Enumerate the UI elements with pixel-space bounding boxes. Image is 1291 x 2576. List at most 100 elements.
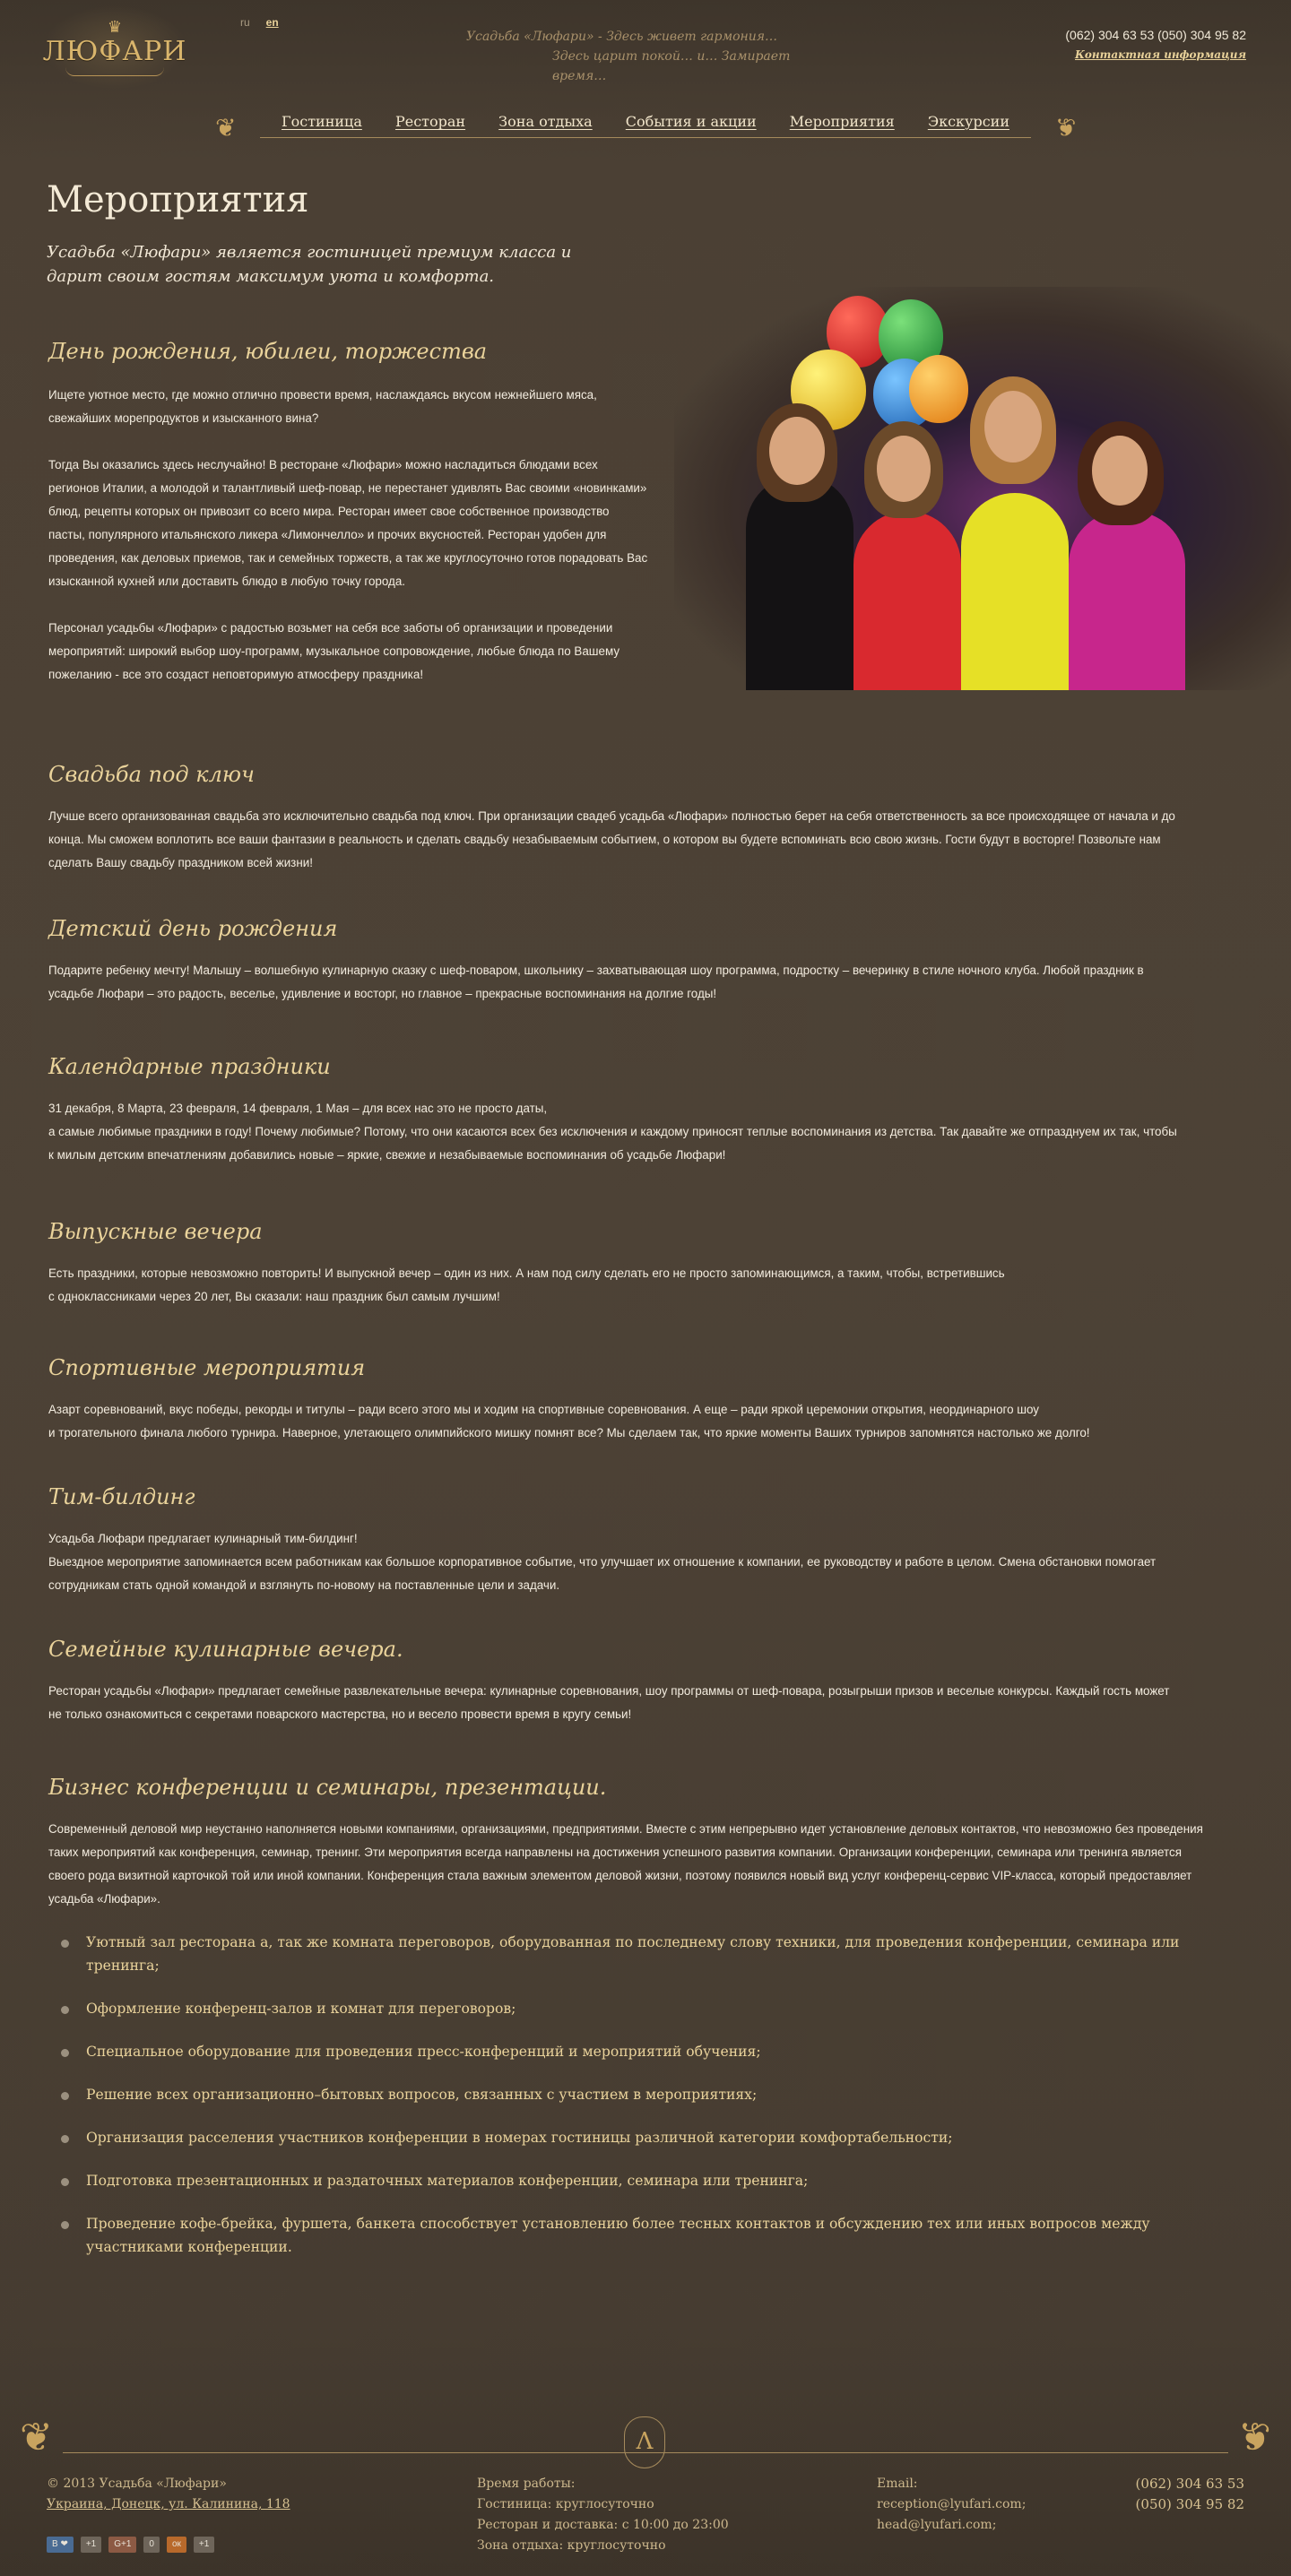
- list-item: Уютный зал ресторана а, так же комната п…: [48, 1931, 1205, 1977]
- section-paragraph: Азарт соревнований, вкус победы, рекорды…: [48, 1403, 1040, 1416]
- section-heading: День рождения, юбилеи, торжества: [48, 339, 488, 364]
- section-kids-birthday: Детский день рождения Подарите ребенку м…: [48, 916, 1160, 1006]
- crown-icon: ♛: [107, 17, 123, 37]
- section-paragraph: Ресторан усадьбы «Люфари» предлагает сем…: [48, 1684, 1170, 1721]
- vk-like-count: +1: [80, 2537, 102, 2553]
- person-face-2: [877, 436, 931, 502]
- nav-item-leisure[interactable]: Зона отдыха: [498, 113, 593, 130]
- section-business: Бизнес конференции и семинары, презентац…: [48, 1775, 1205, 2278]
- section-heading: Спортивные мероприятия: [48, 1355, 366, 1380]
- email-head-link[interactable]: head@lyufari.com;: [877, 2515, 1026, 2536]
- footer-email: Email: reception@lyufari.com; head@lyufa…: [877, 2474, 1026, 2536]
- person-face-3: [984, 391, 1042, 462]
- contact-info-link[interactable]: Контактная информация: [1065, 45, 1246, 65]
- social-buttons: В ❤ +1 G+1 0 ок +1: [47, 2537, 215, 2553]
- phone-numbers: (062) 304 63 53 (050) 304 95 82: [1065, 28, 1246, 42]
- hours-title: Время работы:: [477, 2477, 576, 2491]
- person-black-dress: [746, 475, 853, 690]
- section-wedding: Свадьба под ключ Лучше всего организован…: [48, 762, 1196, 875]
- header-phones: (062) 304 63 53 (050) 304 95 82 Контактн…: [1065, 25, 1246, 65]
- party-photo: [674, 287, 1291, 690]
- main-nav: ❦ ❦ Гостиница Ресторан Зона отдыха Событ…: [215, 109, 1076, 143]
- lang-en-link[interactable]: en: [266, 16, 279, 29]
- section-paragraph: с одноклассниками через 20 лет, Вы сказа…: [48, 1290, 500, 1303]
- slogan: Усадьба «Люфари» - Здесь живет гармония……: [466, 27, 843, 86]
- email-reception-link[interactable]: reception@lyufari.com;: [877, 2494, 1026, 2515]
- footer-hours: Время работы: Гостиница: круглосуточно Р…: [477, 2474, 729, 2556]
- section-heading: Выпускные вечера: [48, 1219, 263, 1244]
- section-team-building: Тим-билдинг Усадьба Люфари предлагает ку…: [48, 1484, 1196, 1597]
- person-pink-dress: [1069, 511, 1185, 690]
- section-heading: Семейные кулинарные вечера.: [48, 1637, 403, 1662]
- ornament-right-icon: ❦: [1054, 113, 1076, 143]
- nav-item-restaurant[interactable]: Ресторан: [395, 113, 465, 130]
- hours-restaurant: Ресторан и доставка: с 10:00 до 23:00: [477, 2518, 729, 2532]
- footer-phone-1: (062) 304 63 53: [1135, 2476, 1244, 2492]
- list-item: Специальное оборудование для проведения …: [48, 2040, 1205, 2063]
- person-face-1: [769, 417, 825, 485]
- vk-like-button[interactable]: В ❤: [47, 2537, 74, 2553]
- section-paragraph: Персонал усадьбы «Люфари» с радостью воз…: [48, 621, 620, 681]
- email-title: Email:: [877, 2477, 918, 2491]
- footer-copyright: © 2013 Усадьба «Люфари» Украина, Донецк,…: [47, 2474, 290, 2515]
- section-heading: Календарные праздники: [48, 1054, 331, 1079]
- section-paragraph: и трогательного финала любого турнира. Н…: [48, 1426, 1090, 1439]
- person-yellow-dress: [961, 493, 1069, 690]
- footer-phones: (062) 304 63 53 (050) 304 95 82: [1136, 2474, 1244, 2515]
- ornament-right-icon: ❦: [1238, 2415, 1271, 2460]
- section-paragraph: Ищете уютное место, где можно отлично пр…: [48, 388, 597, 425]
- section-paragraph: Выездное мероприятие запоминается всем р…: [48, 1555, 1157, 1592]
- odnoklassniki-count: +1: [193, 2537, 215, 2553]
- odnoklassniki-button[interactable]: ок: [166, 2537, 186, 2553]
- ornament-left-icon: ❦: [20, 2415, 53, 2460]
- intro-text: Усадьба «Люфари» является гостиницей пре…: [47, 243, 572, 286]
- section-paragraph: а самые любимые праздники в году! Почему…: [48, 1125, 1177, 1162]
- logo[interactable]: ♛ ЛЮФАРИ: [43, 5, 186, 90]
- copyright-text: © 2013 Усадьба «Люфари»: [47, 2477, 227, 2491]
- list-item: Подготовка презентационных и раздаточных…: [48, 2169, 1205, 2192]
- ornament-left-icon: ❦: [215, 113, 237, 143]
- section-calendar-holidays: Календарные праздники 31 декабря, 8 Март…: [48, 1054, 1178, 1167]
- slogan-line-1: Усадьба «Люфари» - Здесь живет гармония…: [466, 30, 778, 44]
- list-item: Организация расселения участников конфер…: [48, 2126, 1205, 2149]
- list-item: Решение всех организационно–бытовых вопр…: [48, 2083, 1205, 2106]
- section-graduation: Выпускные вечера Есть праздники, которые…: [48, 1219, 1160, 1309]
- business-services-list: Уютный зал ресторана а, так же комната п…: [48, 1931, 1205, 2259]
- header: ♛ ЛЮФАРИ ru en Усадьба «Люфари» - Здесь …: [0, 0, 1291, 99]
- section-paragraph: Есть праздники, которые невозможно повто…: [48, 1266, 1005, 1280]
- person-face-4: [1092, 436, 1148, 506]
- logo-text: ЛЮФАРИ: [42, 35, 187, 67]
- section-birthdays: День рождения, юбилеи, торжества Ищете у…: [48, 339, 649, 687]
- gplus-count: 0: [143, 2537, 160, 2553]
- monogram-icon: Λ: [624, 2416, 665, 2468]
- slogan-line-2: Здесь царит покой… и… Замирает время…: [552, 49, 791, 83]
- section-heading: Бизнес конференции и семинары, презентац…: [48, 1775, 607, 1800]
- lang-ru-link[interactable]: ru: [240, 16, 250, 29]
- balloon-orange: [909, 355, 968, 423]
- hours-hotel: Гостиница: круглосуточно: [477, 2497, 654, 2511]
- nav-item-events[interactable]: Мероприятия: [790, 113, 895, 130]
- section-paragraph: Подарите ребенку мечту! Малышу – волшебн…: [48, 964, 1144, 1000]
- section-family-cooking: Семейные кулинарные вечера. Ресторан уса…: [48, 1637, 1178, 1726]
- address-link[interactable]: Украина, Донецк, ул. Калинина, 118: [47, 2494, 290, 2515]
- list-item: Оформление конференц-залов и комнат для …: [48, 1997, 1205, 2020]
- nav-item-hotel[interactable]: Гостиница: [282, 113, 362, 130]
- footer-phone-2: (050) 304 95 82: [1135, 2496, 1244, 2512]
- hours-zone: Зона отдыха: круглосуточно: [477, 2538, 666, 2553]
- section-paragraph: Современный деловой мир неустанно наполн…: [48, 1822, 1203, 1906]
- section-paragraph: Лучше всего организованная свадьба это и…: [48, 809, 1175, 869]
- section-paragraph: Усадьба Люфари предлагает кулинарный тим…: [48, 1532, 358, 1545]
- logo-flourish: [65, 67, 164, 76]
- footer: ❦ ❦ Λ © 2013 Усадьба «Люфари» Украина, Д…: [0, 2399, 1291, 2576]
- nav-rule: [260, 137, 1031, 138]
- nav-item-excursions[interactable]: Экскурсии: [928, 113, 1009, 130]
- section-heading: Свадьба под ключ: [48, 762, 255, 787]
- section-heading: Детский день рождения: [48, 916, 338, 941]
- main-content: Мероприятия Усадьба «Люфари» является го…: [47, 179, 1291, 2255]
- nav-item-events-promos[interactable]: События и акции: [626, 113, 757, 130]
- section-sports: Спортивные мероприятия Азарт соревновани…: [48, 1355, 1205, 1445]
- language-switcher: ru en: [240, 16, 279, 29]
- gplus-button[interactable]: G+1: [108, 2537, 137, 2553]
- section-paragraph: Тогда Вы оказались здесь неслучайно! В р…: [48, 458, 648, 588]
- person-red-dress: [853, 511, 961, 690]
